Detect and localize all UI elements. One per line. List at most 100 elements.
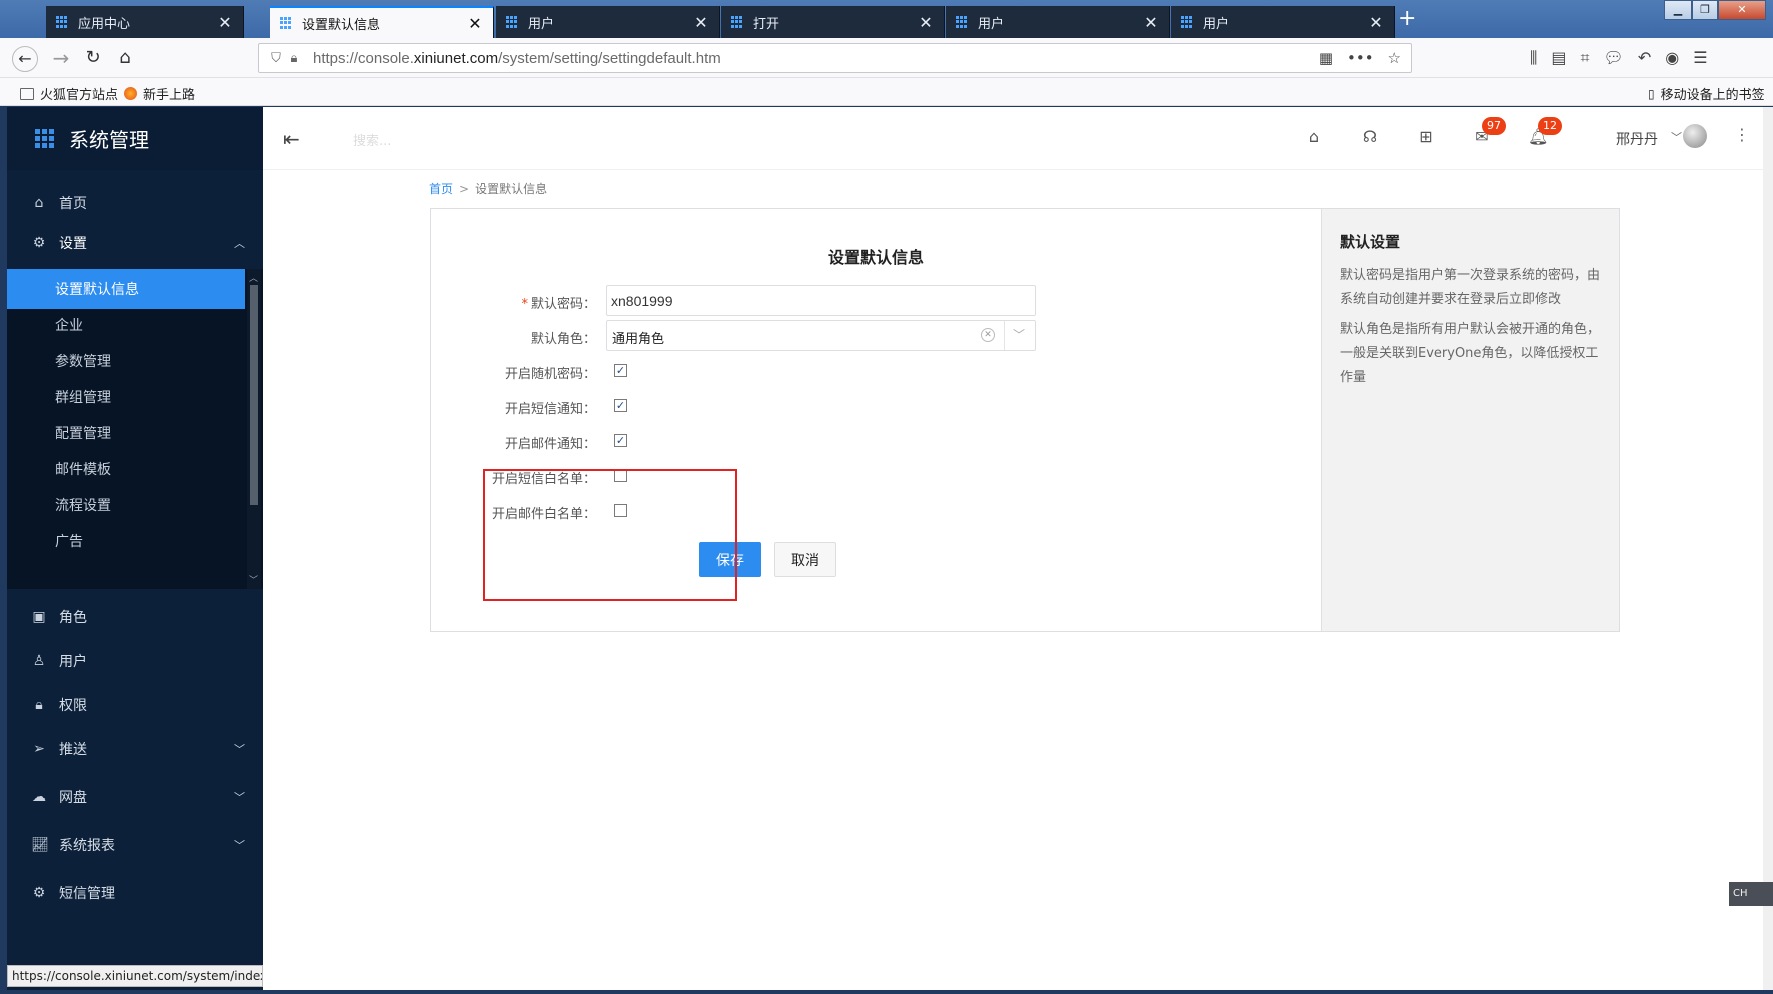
shield-icon[interactable]: ⛉	[267, 51, 285, 66]
sidebar-item-netdisk[interactable]: ☁ 网盘 ﹀	[7, 777, 263, 817]
url-text[interactable]: https://console.xiniunet.com/system/sett…	[313, 50, 721, 67]
back-arrow-icon[interactable]: ←	[12, 46, 38, 72]
new-tab-button[interactable]: +	[1398, 8, 1416, 30]
undo-icon[interactable]: ↶	[1638, 48, 1651, 68]
sidebar-icon[interactable]: ▤	[1551, 48, 1566, 68]
app-header: ⇤ 搜索... ⌂ ☊ ⊞ ✉ 97 🔔︎ 12 邢丹丹 ﹀ ⋮	[263, 107, 1770, 170]
chat-icon[interactable]: 💬︎	[1604, 48, 1624, 68]
account-icon[interactable]: ◉	[1665, 48, 1679, 68]
tab-app-center[interactable]: 应用中心 ✕	[46, 6, 244, 38]
chevron-down-icon[interactable]: ﹀	[1013, 326, 1025, 343]
maximize-icon[interactable]: ❐	[1692, 0, 1718, 20]
tab-title: 打开	[753, 16, 780, 32]
language-indicator[interactable]: CH	[1729, 882, 1773, 906]
more-dots-icon[interactable]: •••	[1347, 49, 1374, 67]
close-icon[interactable]: ✕	[1143, 13, 1159, 32]
forward-arrow-icon[interactable]: →	[48, 46, 74, 72]
tab-open[interactable]: 打开 ✕	[721, 6, 945, 38]
more-vertical-icon[interactable]: ⋮	[1734, 125, 1750, 144]
bell-icon[interactable]: 🔔︎ 12	[1528, 117, 1562, 146]
random-password-checkbox[interactable]: ✓	[614, 364, 627, 377]
sms-notify-checkbox[interactable]: ✓	[614, 399, 627, 412]
send-icon: ➢	[33, 741, 45, 757]
search-input[interactable]: 搜索...	[353, 130, 391, 149]
default-role-select[interactable]: 通用角色 ✕ ﹀	[606, 320, 1036, 351]
gear-icon: ⚙	[32, 885, 46, 901]
minimize-icon[interactable]: ▁	[1664, 0, 1692, 20]
sidebar-item-groups[interactable]: 群组管理	[7, 377, 245, 417]
default-password-input[interactable]	[606, 285, 1036, 316]
bookmark-getting-started[interactable]: 新手上路	[124, 84, 195, 103]
app-grid-icon	[280, 17, 292, 29]
close-window-icon[interactable]: ✕	[1718, 0, 1766, 20]
library-icon[interactable]: ⫼	[1530, 48, 1537, 68]
close-icon[interactable]: ✕	[217, 13, 233, 32]
page-scrollbar[interactable]	[1763, 107, 1773, 990]
brand[interactable]: 系统管理	[7, 107, 263, 170]
cancel-button[interactable]: 取消	[774, 542, 836, 577]
sidebar-item-reports[interactable]: 📈︎ 系统报表 ﹀	[7, 825, 263, 865]
screenshot-icon[interactable]: ⌗	[1581, 48, 1590, 68]
avatar[interactable]	[1683, 124, 1707, 148]
checkbox-row-random-password: 开启随机密码： ✓	[431, 355, 1321, 387]
sidebar-item-ads[interactable]: 广告	[7, 521, 245, 561]
close-icon[interactable]: ✕	[467, 14, 483, 33]
sidebar-item-home[interactable]: ⌂ 首页	[7, 183, 263, 223]
sidebar-item-permissions[interactable]: 🔒︎ 权限	[7, 685, 263, 725]
lock-icon[interactable]: 🔒︎	[285, 51, 303, 66]
home-icon[interactable]: ⌂	[112, 46, 138, 72]
submenu-scrollbar[interactable]: ︿ ﹀	[247, 269, 261, 589]
scroll-down-icon[interactable]: ﹀	[249, 573, 258, 586]
sidebar-item-config[interactable]: 配置管理	[7, 413, 245, 453]
tab-settings-default[interactable]: 设置默认信息 ✕	[270, 6, 494, 38]
mail-icon[interactable]: ✉ 97	[1472, 117, 1506, 146]
chevron-down-icon[interactable]: ﹀	[1671, 129, 1682, 145]
sidebar-item-users[interactable]: ♙ 用户	[7, 641, 263, 681]
sidebar-item-push[interactable]: ➢ 推送 ﹀	[7, 729, 263, 769]
star-icon[interactable]: ☆	[1388, 49, 1401, 67]
sidebar-item-workflow[interactable]: 流程设置	[7, 485, 245, 525]
sidebar-item-sms[interactable]: ⚙ 短信管理	[7, 873, 263, 913]
tab-users[interactable]: 用户 ✕	[496, 6, 720, 38]
label-text: 默认密码：	[530, 297, 596, 312]
clear-icon[interactable]: ✕	[981, 328, 995, 342]
breadcrumb-separator: >	[459, 182, 470, 196]
sidebar-item-enterprise[interactable]: 企业	[7, 305, 245, 345]
scroll-thumb[interactable]	[250, 285, 258, 505]
firefox-icon	[124, 87, 137, 100]
sidebar-item-label: 系统报表	[59, 838, 115, 854]
bookmark-firefox-site[interactable]: 火狐官方站点	[20, 84, 118, 103]
mail-notify-checkbox[interactable]: ✓	[614, 434, 627, 447]
sidebar-item-roles[interactable]: ▣ 角色	[7, 597, 263, 637]
close-icon[interactable]: ✕	[1368, 13, 1384, 32]
scroll-up-icon[interactable]: ︿	[249, 271, 258, 284]
browser-toolbar: ⫼ ▤ ⌗ 💬︎ ↶ ◉ ☰	[1530, 48, 1708, 68]
help-title: 默认设置	[1340, 233, 1401, 251]
url-bar[interactable]: ⛉ 🔒︎ https://console.xiniunet.com/system…	[258, 43, 1412, 73]
settings-submenu: 设置默认信息 企业 参数管理 群组管理 配置管理 邮件模板 流程设置 广告 ︿ …	[7, 269, 263, 589]
collapse-menu-icon[interactable]: ⇤	[283, 127, 305, 151]
tab-users[interactable]: 用户 ✕	[946, 6, 1170, 38]
bookmark-label: 新手上路	[143, 88, 196, 103]
qr-code-icon[interactable]: ▦	[1319, 49, 1333, 67]
sidebar-item-mail-template[interactable]: 邮件模板	[7, 449, 245, 489]
tab-users[interactable]: 用户 ✕	[1171, 6, 1395, 38]
username[interactable]: 邢丹丹	[1616, 129, 1658, 149]
help-paragraph: 默认密码是指用户第一次登录系统的密码，由系统自动创建并要求在登录后立即修改	[1340, 268, 1601, 307]
headset-icon[interactable]: ☊	[1360, 127, 1380, 146]
sidebar-item-default-settings[interactable]: 设置默认信息	[7, 269, 245, 309]
close-icon[interactable]: ✕	[918, 13, 934, 32]
apps-grid-icon[interactable]: ⊞	[1416, 127, 1436, 146]
chevron-down-icon: ﹀	[234, 743, 245, 756]
menu-icon[interactable]: ☰	[1693, 48, 1707, 68]
home-icon[interactable]: ⌂	[1304, 127, 1324, 146]
breadcrumb-home[interactable]: 首页	[429, 182, 453, 196]
sidebar-item-params[interactable]: 参数管理	[7, 341, 245, 381]
mobile-bookmarks[interactable]: ▯ 移动设备上的书签	[1648, 84, 1765, 104]
sidebar-item-label: 角色	[59, 610, 87, 626]
user-icon: ♙	[32, 653, 46, 669]
reload-icon[interactable]: ↻	[80, 46, 106, 72]
close-icon[interactable]: ✕	[693, 13, 709, 32]
sidebar-item-settings[interactable]: ⚙ 设置 ︿	[7, 223, 263, 263]
sidebar-item-label: 用户	[59, 654, 87, 670]
